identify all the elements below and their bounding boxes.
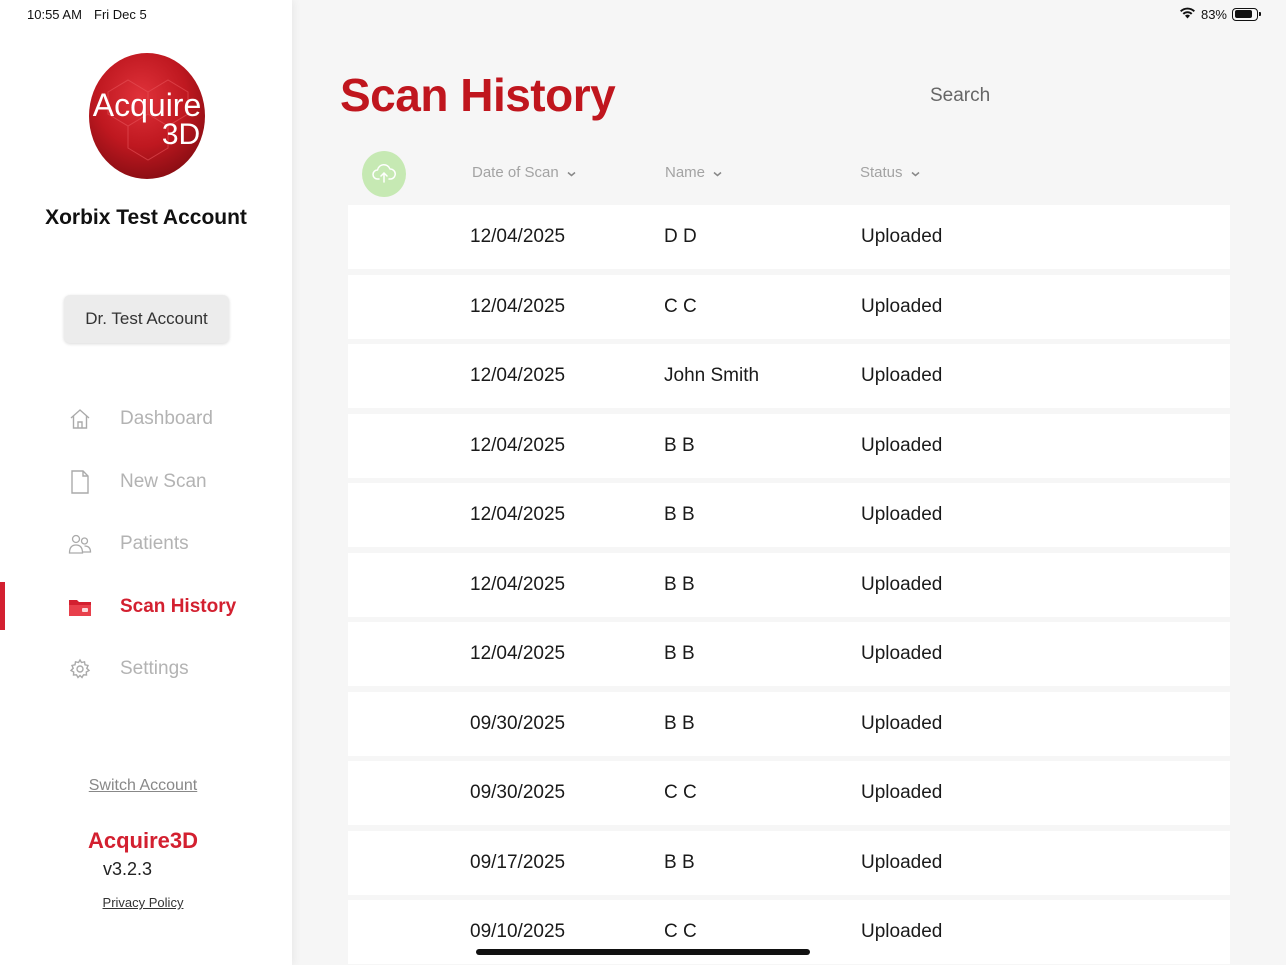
patient-name: B B [664, 643, 695, 664]
scan-status: Uploaded [861, 504, 943, 525]
table-row[interactable]: 09/17/2025 B B Uploaded [348, 830, 1230, 895]
scan-status: Uploaded [861, 365, 943, 386]
home-indicator [476, 949, 810, 955]
sidebar-item-label: Scan History [120, 595, 237, 617]
sidebar-item-settings[interactable]: Settings [0, 638, 292, 701]
column-header-name[interactable]: Name [665, 164, 722, 181]
scan-status: Uploaded [861, 782, 943, 803]
cloud-upload-icon [372, 162, 396, 187]
column-header-label: Date of Scan [472, 164, 559, 181]
table-row[interactable]: 12/04/2025 B B Uploaded [348, 552, 1230, 617]
sidebar-item-scan-history[interactable]: Scan History [0, 576, 292, 639]
sidebar-item-label: Settings [120, 658, 189, 680]
search-input[interactable] [920, 80, 1160, 112]
status-date: Fri Dec 5 [94, 7, 147, 22]
patient-name: C C [664, 782, 697, 803]
acquire3d-logo: Acquire 3D [88, 52, 206, 180]
sidebar: Acquire 3D Xorbix Test Account Dr. Test … [0, 0, 292, 965]
table-row[interactable]: 09/30/2025 C C Uploaded [348, 761, 1230, 825]
sidebar-item-new-scan[interactable]: New Scan [0, 451, 292, 514]
battery-percent: 83% [1200, 6, 1227, 22]
scan-date: 12/04/2025 [470, 434, 566, 456]
chevron-down-icon [911, 164, 920, 181]
scan-date: 12/04/2025 [470, 643, 566, 664]
scan-date: 12/04/2025 [470, 365, 566, 386]
scan-date: 12/04/2025 [470, 226, 566, 247]
scan-date: 12/04/2025 [470, 573, 566, 595]
folder-icon [67, 594, 93, 620]
scan-status: Uploaded [861, 921, 943, 942]
patient-name: B B [664, 434, 695, 456]
scan-status: Uploaded [861, 226, 943, 247]
table-row[interactable]: 12/04/2025 B B Uploaded [348, 622, 1230, 686]
gear-icon [67, 656, 93, 682]
patient-name: C C [664, 295, 697, 317]
sidebar-item-label: New Scan [120, 470, 207, 492]
switch-account-link[interactable]: Switch Account [60, 777, 226, 795]
table-row[interactable]: 09/30/2025 B B Uploaded [348, 691, 1230, 756]
scan-status: Uploaded [861, 573, 943, 595]
patient-name: John Smith [664, 365, 760, 386]
battery-level [1234, 10, 1252, 18]
column-header-label: Status [860, 164, 903, 181]
home-icon [67, 406, 93, 432]
chevron-down-icon [567, 164, 576, 181]
column-header-date[interactable]: Date of Scan [472, 164, 576, 181]
table-row[interactable]: 12/04/2025 John Smith Uploaded [348, 344, 1230, 408]
battery-icon [1232, 7, 1261, 21]
status-time: 10:55 AM [27, 7, 82, 22]
status-indicators: 83% [1179, 6, 1261, 22]
privacy-policy-link[interactable]: Privacy Policy [60, 895, 226, 910]
patient-name: D D [664, 226, 697, 247]
page-title: Scan History [340, 69, 616, 121]
patient-name: B B [664, 712, 695, 734]
wifi-icon [1179, 6, 1196, 22]
sidebar-item-label: Patients [120, 533, 189, 555]
app-version: v3.2.3 [103, 859, 153, 879]
table-row[interactable]: 12/04/2025 B B Uploaded [348, 413, 1230, 478]
scan-status: Uploaded [861, 851, 943, 873]
table-row[interactable]: 12/04/2025 D D Uploaded [348, 205, 1230, 269]
sidebar-nav: Dashboard New Scan Patients Scan History… [0, 388, 292, 701]
account-name: Xorbix Test Account [45, 206, 247, 229]
chevron-down-icon [713, 164, 722, 181]
scan-date: 09/30/2025 [470, 782, 566, 803]
status-bar: 10:55 AM Fri Dec 5 83% [0, 0, 1286, 28]
table-row[interactable]: 12/04/2025 B B Uploaded [348, 483, 1230, 547]
column-header-status[interactable]: Status [860, 164, 920, 181]
table-row[interactable]: 12/04/2025 C C Uploaded [348, 274, 1230, 339]
document-icon [67, 469, 93, 495]
scan-status: Uploaded [861, 434, 943, 456]
logo-text-line2: 3D [162, 118, 200, 151]
patient-name: B B [664, 504, 695, 525]
doctor-account-button[interactable]: Dr. Test Account [64, 295, 229, 343]
patient-name: B B [664, 851, 695, 873]
scan-status: Uploaded [861, 295, 943, 317]
app-name: Acquire3D [87, 828, 199, 853]
scan-date: 12/04/2025 [470, 295, 566, 317]
scan-date: 12/04/2025 [470, 504, 566, 525]
scan-history-table: 12/04/2025 D D Uploaded 12/04/2025 C C U… [348, 205, 1230, 965]
scan-status: Uploaded [861, 643, 943, 664]
sidebar-item-dashboard[interactable]: Dashboard [0, 388, 292, 451]
scan-date: 09/17/2025 [470, 851, 566, 873]
scan-date: 09/30/2025 [470, 712, 566, 734]
column-header-label: Name [665, 164, 706, 181]
people-icon [67, 531, 93, 557]
patient-name: B B [664, 573, 695, 595]
sidebar-item-patients[interactable]: Patients [0, 513, 292, 576]
sidebar-item-label: Dashboard [120, 408, 213, 430]
upload-button[interactable] [362, 151, 406, 197]
scan-status: Uploaded [861, 712, 943, 734]
